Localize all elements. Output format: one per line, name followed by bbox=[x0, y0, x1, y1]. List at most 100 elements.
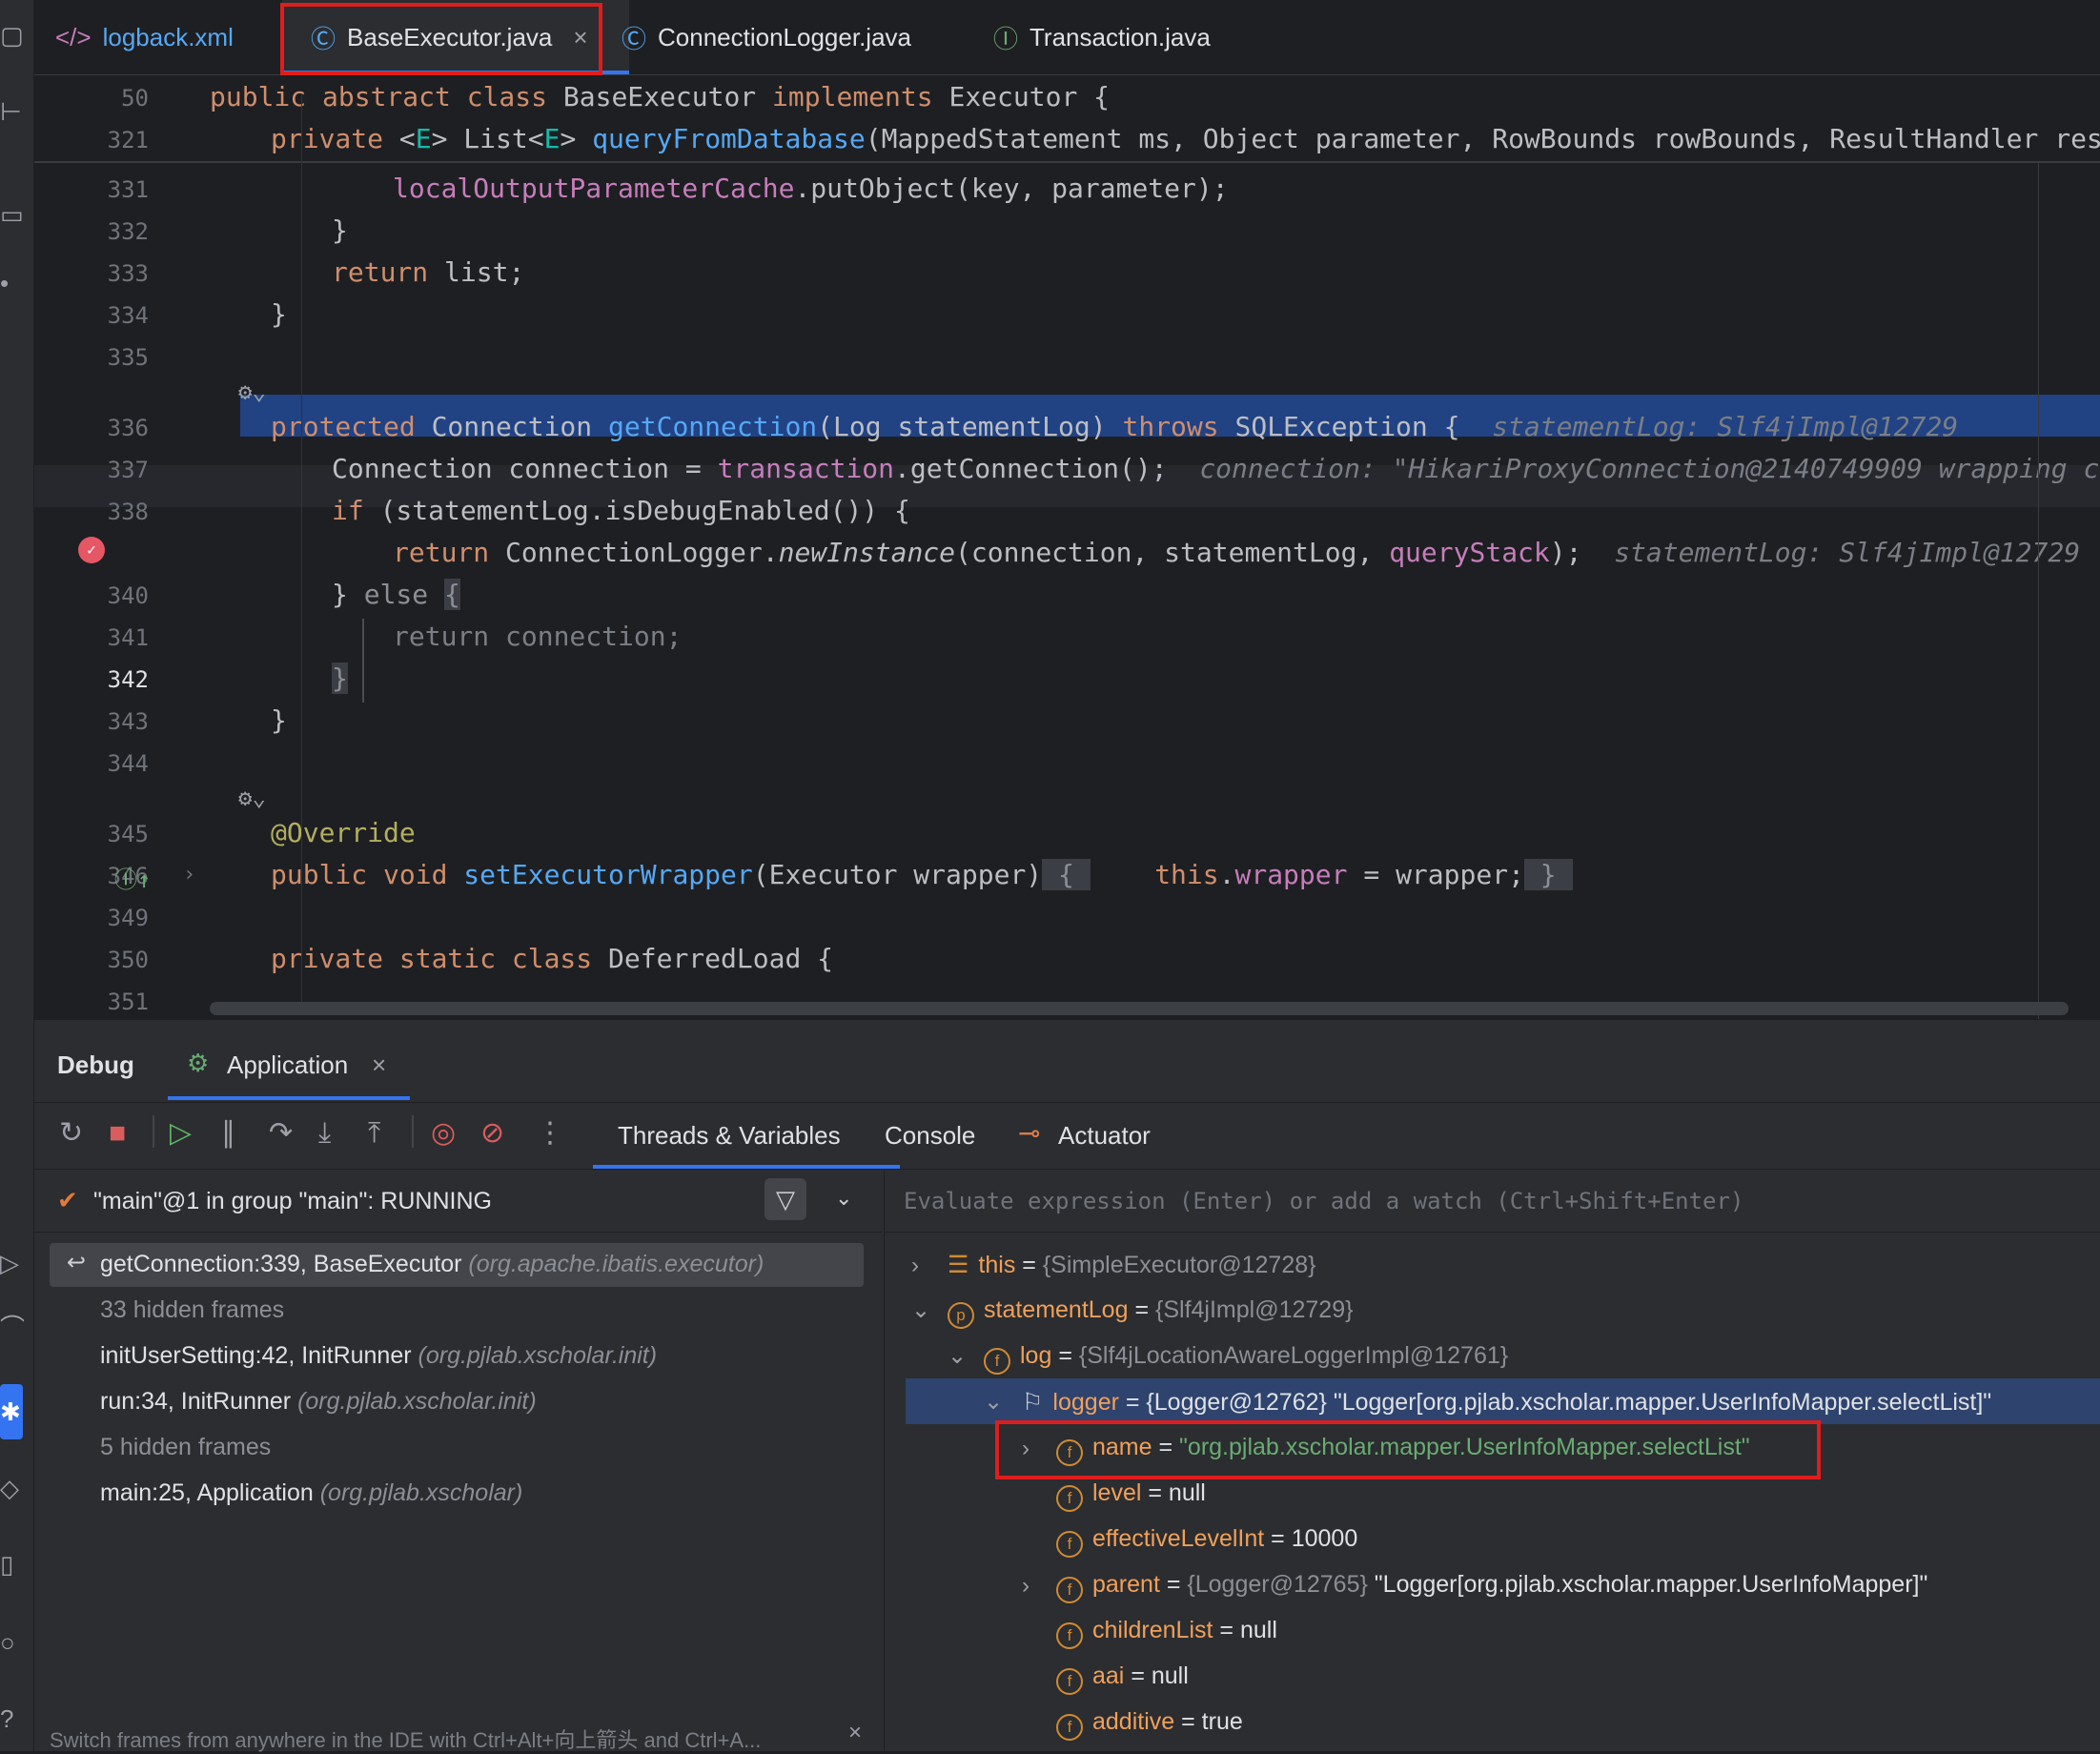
hidden-frames[interactable]: 33 hidden frames bbox=[100, 1296, 284, 1324]
divider bbox=[34, 1102, 2100, 1103]
sticky-separator bbox=[34, 161, 2100, 163]
frame-item[interactable]: getConnection:339, BaseExecutor (org.apa… bbox=[100, 1251, 764, 1278]
step-into-icon[interactable]: ⤓ bbox=[318, 1117, 331, 1150]
code-line: } else { bbox=[332, 579, 460, 610]
line-number: 334 bbox=[107, 302, 149, 329]
variable-row[interactable]: p statementLog = {Slf4jImpl@12729} bbox=[948, 1296, 1353, 1329]
thread-selector[interactable]: "main"@1 in group "main": RUNNING bbox=[93, 1188, 492, 1215]
pause-icon[interactable]: ∥ bbox=[221, 1117, 235, 1150]
stack-icon: ☰ bbox=[948, 1252, 969, 1278]
tab-label: Transaction.java bbox=[1030, 22, 1211, 51]
hidden-frames[interactable]: 5 hidden frames bbox=[100, 1434, 271, 1461]
resume-icon[interactable]: ▷ bbox=[170, 1117, 192, 1150]
services-icon[interactable]: ◇ bbox=[0, 1476, 19, 1500]
chevron-down-icon[interactable]: ⌄ bbox=[835, 1186, 852, 1211]
more-options-icon[interactable]: ⋮ bbox=[536, 1117, 564, 1150]
right-margin bbox=[2038, 161, 2039, 1019]
project-icon[interactable]: ▢ bbox=[0, 23, 24, 48]
line-number: 337 bbox=[107, 457, 149, 483]
indent-guide bbox=[301, 94, 302, 1010]
variable-row[interactable]: f additive = true bbox=[1056, 1708, 1243, 1741]
help-icon[interactable]: ? bbox=[0, 1706, 19, 1731]
filter-icon[interactable]: ▽ bbox=[765, 1178, 806, 1220]
field-icon: f bbox=[1056, 1714, 1083, 1741]
variable-row[interactable]: f childrenList = null bbox=[1056, 1617, 1277, 1649]
variable-row[interactable]: f log = {Slf4jLocationAwareLoggerImpl@127… bbox=[984, 1342, 1508, 1375]
close-icon[interactable]: × bbox=[848, 1720, 862, 1746]
variable-row[interactable]: f level = null bbox=[1056, 1479, 1206, 1512]
view-breakpoints-icon[interactable]: ◎ bbox=[431, 1117, 456, 1150]
ai-assist-icon[interactable]: ⚙⌄ bbox=[238, 378, 266, 405]
field-icon: f bbox=[984, 1348, 1010, 1375]
session-tab-application[interactable]: Application bbox=[227, 1050, 348, 1080]
field-icon: f bbox=[1056, 1622, 1083, 1649]
tab-connectionlogger[interactable]: Ⓒ ConnectionLogger.java bbox=[622, 0, 911, 74]
line-number: 333 bbox=[107, 260, 149, 287]
evaluate-expression-input[interactable]: Evaluate expression (Enter) or add a wat… bbox=[904, 1188, 1743, 1214]
step-out-icon[interactable]: ⤒ bbox=[368, 1117, 380, 1150]
divider bbox=[884, 1232, 2100, 1233]
code-line: } bbox=[332, 663, 348, 694]
step-over-icon[interactable]: ↷ bbox=[269, 1117, 293, 1150]
parameter-icon: p bbox=[948, 1302, 974, 1329]
fold-chevron-icon[interactable]: › bbox=[183, 863, 195, 887]
more-icon[interactable]: • bbox=[0, 271, 19, 296]
inline-value-hint: statementLog: Slf4jImpl@12729 bbox=[1492, 411, 1959, 442]
terminal-icon[interactable]: ⌒ bbox=[0, 1316, 25, 1340]
interface-icon: Ⓘ bbox=[993, 24, 1019, 53]
horizontal-scrollbar[interactable] bbox=[210, 1002, 2069, 1015]
chevron-down-icon[interactable]: ⌄ bbox=[911, 1296, 930, 1324]
tab-logback-xml[interactable]: </> logback.xml bbox=[55, 0, 234, 74]
chevron-right-icon[interactable]: › bbox=[911, 1253, 919, 1279]
highlight-box-name-variable bbox=[995, 1420, 1821, 1479]
mute-breakpoints-icon[interactable]: ⊘ bbox=[480, 1117, 504, 1150]
chevron-right-icon[interactable]: › bbox=[1022, 1573, 1030, 1600]
line-number: 332 bbox=[107, 218, 149, 245]
stop-icon[interactable]: ■ bbox=[109, 1117, 126, 1150]
return-frame-icon: ↩ bbox=[67, 1250, 87, 1275]
frame-item[interactable]: initUserSetting:42, InitRunner (org.pjla… bbox=[100, 1342, 657, 1370]
line-number: 321 bbox=[107, 127, 149, 153]
debug-tool-icon[interactable]: ✱ bbox=[0, 1384, 23, 1439]
frame-item[interactable]: main:25, Application (org.pjlab.xscholar… bbox=[100, 1479, 522, 1507]
breakpoint-icon[interactable]: ✓ bbox=[78, 537, 105, 563]
tool-window-strip: ▢ ⊢ ▭ • ▷ ⌒ ✱ ◇ ▯ ○ ? bbox=[0, 0, 34, 1751]
class-icon: Ⓒ bbox=[622, 24, 647, 53]
chevron-down-icon[interactable]: ⌄ bbox=[984, 1388, 1003, 1416]
structure-icon[interactable]: ▭ bbox=[0, 202, 24, 227]
line-number: 335 bbox=[107, 344, 149, 371]
frame-item[interactable]: run:34, InitRunner (org.pjlab.xscholar.i… bbox=[100, 1388, 537, 1416]
implements-gutter-icon[interactable]: Ⓘ↑ bbox=[114, 861, 151, 894]
variable-row[interactable]: f parent = {Logger@12765} "Logger[org.pjl… bbox=[1056, 1571, 1927, 1603]
session-tab-indicator bbox=[168, 1096, 410, 1100]
tab-console[interactable]: Console bbox=[885, 1121, 975, 1151]
tab-actuator[interactable]: Actuator bbox=[1058, 1121, 1151, 1151]
variable-row[interactable]: ⚐ logger = {Logger@12762} "Logger[org.pjl… bbox=[1022, 1388, 1991, 1417]
chevron-down-icon[interactable]: ⌄ bbox=[948, 1342, 967, 1370]
divider bbox=[34, 1232, 882, 1233]
divider bbox=[34, 1169, 2100, 1170]
run-icon[interactable]: ▷ bbox=[0, 1251, 19, 1275]
variable-row[interactable]: f aai = null bbox=[1056, 1662, 1189, 1695]
field-icon: f bbox=[1056, 1577, 1083, 1603]
code-line: } bbox=[332, 214, 348, 246]
field-icon: f bbox=[1056, 1668, 1083, 1695]
line-number: 342 bbox=[107, 666, 149, 693]
check-icon: ✔ bbox=[57, 1186, 78, 1214]
commit-icon[interactable]: ⊢ bbox=[0, 99, 22, 124]
code-editor[interactable]: 50 public abstract class BaseExecutor im… bbox=[34, 75, 2100, 1019]
git-icon[interactable]: ○ bbox=[0, 1630, 19, 1655]
indent-guide bbox=[362, 619, 364, 703]
tab-label: ConnectionLogger.java bbox=[658, 22, 911, 51]
xml-icon: </> bbox=[55, 22, 92, 51]
ai-assist-icon[interactable]: ⚙⌄ bbox=[238, 785, 266, 811]
divider bbox=[153, 1115, 154, 1148]
tab-threads-variables[interactable]: Threads & Variables bbox=[618, 1121, 841, 1151]
rerun-icon[interactable]: ↻ bbox=[59, 1117, 83, 1150]
tab-transaction[interactable]: Ⓘ Transaction.java bbox=[993, 0, 1211, 74]
line-number: 351 bbox=[107, 989, 149, 1015]
variable-row[interactable]: ☰ this = {SimpleExecutor@12728} bbox=[948, 1251, 1316, 1279]
variable-row[interactable]: f effectiveLevelInt = 10000 bbox=[1056, 1525, 1357, 1558]
problems-icon[interactable]: ▯ bbox=[0, 1552, 19, 1577]
close-icon[interactable]: × bbox=[372, 1050, 386, 1080]
